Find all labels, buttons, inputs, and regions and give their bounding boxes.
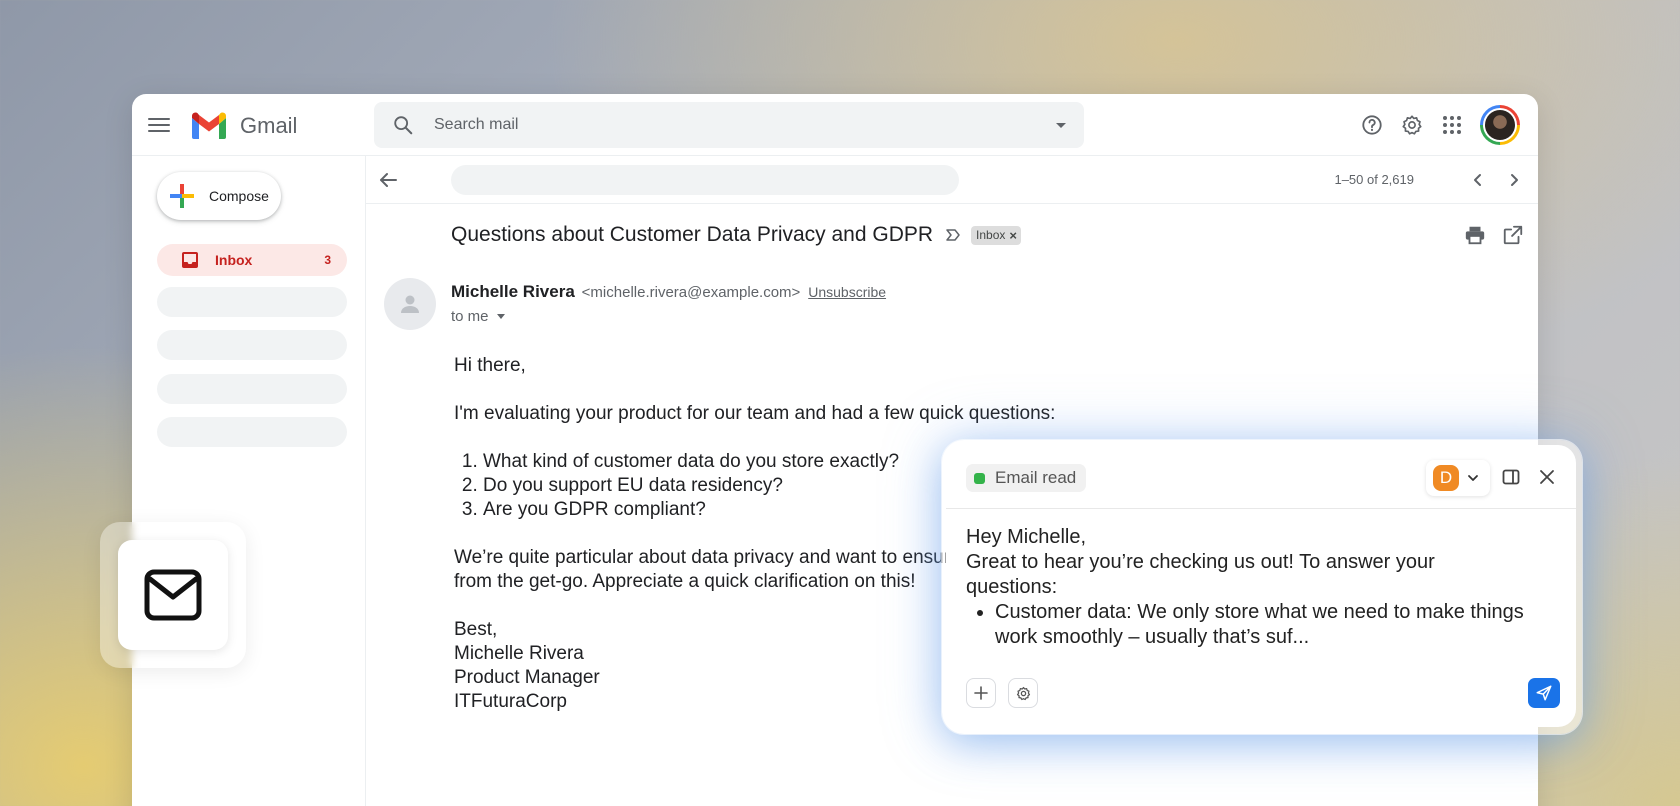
side-panel-icon[interactable] [1502,468,1520,486]
reply-line: Hey Michelle, [966,526,1087,548]
recipient-details[interactable]: to me [451,308,505,325]
sidebar-item-placeholder [157,374,347,404]
close-icon[interactable] [1538,468,1556,486]
importance-marker-icon[interactable] [945,227,961,243]
sender-line: Michelle Rivera <michelle.rivera@example… [451,282,886,302]
body-intro: I'm evaluating your product for our team… [454,403,1056,424]
sidebar: Compose Inbox 3 [132,156,366,806]
mail-app-tile [100,522,246,668]
chevron-down-icon [1468,475,1478,481]
unread-count: 3 [324,253,331,267]
sidebar-item-placeholder [157,417,347,447]
status-badge: Email read [966,464,1087,492]
arrow-back-icon[interactable] [376,168,400,192]
generated-reply[interactable]: Hey Michelle, Great to hear you’re check… [966,525,1526,650]
sender-avatar[interactable] [384,278,436,330]
body-greeting: Hi there, [454,355,526,376]
reply-list: Customer data: We only store what we nee… [966,600,1526,650]
compose-label: Compose [209,188,269,204]
open-in-new-icon[interactable] [1502,224,1524,246]
search-bar[interactable] [374,102,1084,148]
remove-label-icon[interactable]: × [1009,228,1017,243]
sidebar-item-placeholder [157,330,347,360]
print-icon[interactable] [1464,224,1486,246]
envelope-icon [144,569,202,621]
inbox-icon [182,252,198,268]
help-icon[interactable] [1360,113,1384,137]
search-input[interactable] [434,112,994,138]
sidebar-item-label: Inbox [215,252,253,268]
sender-name[interactable]: Michelle Rivera [451,282,575,301]
send-icon [1536,685,1552,701]
plus-icon [170,184,194,208]
label-chip[interactable]: Inbox × [971,225,1021,245]
chevron-left-icon[interactable] [1466,168,1490,192]
chevron-down-icon[interactable] [496,314,505,319]
apps-grid-icon[interactable] [1440,113,1464,137]
label-chip-text: Inbox [976,228,1006,242]
sidebar-item-placeholder [157,287,347,317]
email-subject: Questions about Customer Data Privacy an… [451,223,934,246]
chevron-right-icon[interactable] [1502,168,1526,192]
assistant-panel: Email read D Hey Michelle, Great to hear… [946,445,1576,727]
toolbar-placeholder [451,165,959,195]
recipient-text: to me [451,308,489,325]
account-badge: D [1433,465,1459,491]
status-dot-icon [974,472,985,484]
gear-icon[interactable] [1400,113,1424,137]
search-options-icon[interactable] [1056,123,1066,128]
assistant-panel-header: Email read D [946,445,1576,509]
send-button[interactable] [1528,678,1560,708]
gear-icon [1016,686,1030,700]
unsubscribe-link[interactable]: Unsubscribe [808,284,886,300]
account-switcher[interactable]: D [1426,460,1490,496]
mail-app-icon-card[interactable] [118,540,228,650]
plus-icon [974,686,988,700]
hamburger-icon[interactable] [148,114,170,134]
sender-email: <michelle.rivera@example.com> [581,284,801,301]
sidebar-item-inbox[interactable]: Inbox 3 [157,244,347,276]
add-button[interactable] [966,678,996,708]
search-icon[interactable] [392,114,414,136]
top-bar: Gmail [132,94,1538,156]
account-avatar[interactable] [1480,105,1520,145]
app-name: Gmail [240,113,298,138]
list-item: Customer data: We only store what we nee… [995,600,1526,650]
status-text: Email read [995,468,1077,487]
message-toolbar: 1–50 of 2,619 [366,156,1538,204]
settings-button[interactable] [1008,678,1038,708]
gmail-logo-icon[interactable] [190,110,228,140]
person-icon [401,295,419,313]
pagination-text: 1–50 of 2,619 [1334,172,1414,187]
compose-button[interactable]: Compose [157,172,281,220]
reply-line: Great to hear you’re checking us out! To… [966,551,1435,598]
